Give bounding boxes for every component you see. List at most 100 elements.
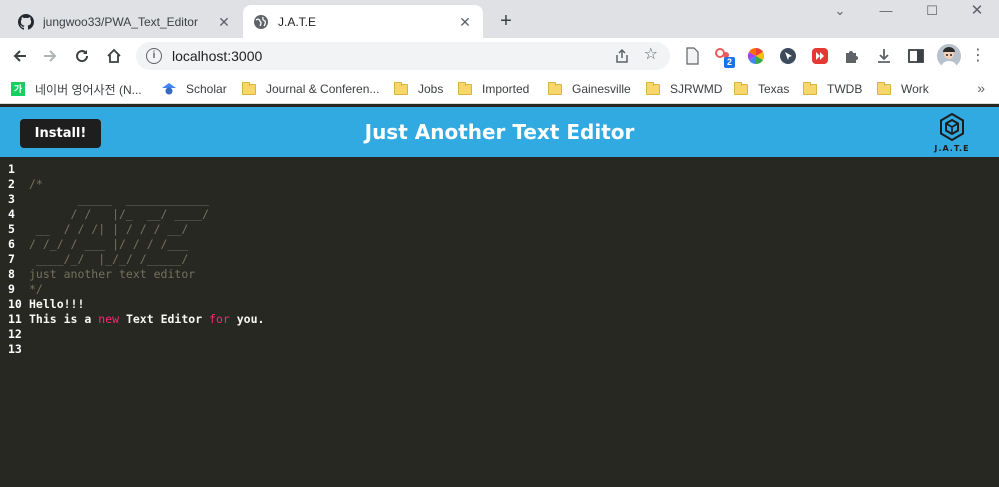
download-icon[interactable]	[875, 47, 893, 65]
bookmark-label: SJRWMD	[670, 82, 723, 96]
comment-token: /*	[29, 177, 43, 191]
bookmark-sjrwmd[interactable]: SJRWMD	[646, 80, 722, 98]
line-code: ____/_/ |_/_/ /_____/	[29, 252, 188, 267]
bookmark-imported[interactable]: Imported	[458, 80, 529, 98]
line-number: 1	[8, 162, 15, 176]
bookmark-label: 네이버 영어사전 (N...	[35, 82, 142, 97]
bookmark-label: Imported	[482, 82, 530, 96]
cursor-extension-icon[interactable]	[779, 47, 797, 65]
line-code: /*	[29, 177, 43, 192]
scholar-icon	[162, 83, 176, 95]
bookmark-work[interactable]: Work	[877, 80, 929, 98]
star-icon[interactable]: ☆	[644, 46, 658, 64]
text-token: This is a	[29, 312, 99, 326]
tab-jate[interactable]: J.A.T.E ✕	[243, 5, 483, 38]
line-number: 11	[8, 312, 22, 326]
bookmark-label: Scholar	[186, 82, 227, 96]
reload-button[interactable]	[70, 44, 94, 68]
comment-token: _____ ____________	[29, 192, 210, 206]
line-code: Hello!!!	[29, 297, 84, 312]
globe-icon	[254, 14, 268, 29]
bookmark-scholar[interactable]: Scholar	[162, 80, 227, 98]
arrow-right-icon	[44, 50, 57, 62]
bookmark-naver[interactable]: 가 네이버 영어사전 (N...	[11, 80, 142, 98]
new-tab-button[interactable]: +	[495, 10, 517, 32]
app-header: Install! Just Another Text Editor J.A.T.…	[0, 107, 999, 157]
bookmarks-bar: 가 네이버 영어사전 (N... Scholar Journal & Confe…	[0, 74, 999, 104]
page-title: Just Another Text Editor	[364, 120, 635, 144]
bookmark-label: Texas	[758, 82, 790, 96]
comment-token: __ / / /| | / / / __/	[29, 222, 189, 236]
bookmark-label: Gainesville	[572, 82, 631, 96]
logo-text: J.A.T.E	[934, 144, 970, 153]
bookmark-gainesville[interactable]: Gainesville	[548, 80, 631, 98]
double-chevron-right-icon[interactable]: »	[977, 80, 985, 96]
tab-title: J.A.T.E	[278, 14, 317, 29]
home-icon	[107, 48, 121, 63]
fast-forward-icon[interactable]	[811, 47, 829, 65]
folder-icon	[242, 81, 256, 95]
tab-github[interactable]: jungwoo33/PWA_Text_Editor ✕	[8, 5, 242, 38]
bookmark-jobs[interactable]: Jobs	[394, 80, 443, 98]
line-code: / /_/ / ___ |/ / / /___	[29, 237, 188, 252]
comment-token: / /_/ / ___ |/ / / /___	[29, 237, 189, 251]
text-token: Hello!!!	[29, 297, 85, 311]
forward-button[interactable]	[38, 44, 62, 68]
naver-icon: 가	[11, 82, 25, 96]
code-editor[interactable]: 1 2 /* 3 _____ ____________ 4 / / |/_ __/ __…	[0, 157, 999, 487]
folder-icon	[803, 81, 817, 95]
extension-badge-icon[interactable]: 2	[714, 47, 736, 68]
keyword-token: for	[209, 312, 230, 326]
maximize-button[interactable]: ☐	[922, 2, 942, 20]
avatar[interactable]	[937, 44, 961, 68]
line-number: 12	[8, 327, 22, 341]
reload-icon	[76, 50, 89, 63]
share-icon[interactable]	[614, 48, 630, 64]
line-number: 3	[8, 192, 15, 206]
jate-logo: J.A.T.E	[930, 112, 974, 156]
line-code: / / |/_ __/ ____/	[29, 207, 209, 222]
text-token: you.	[229, 312, 265, 326]
bookmark-label: TWDB	[827, 82, 863, 96]
line-number: 2	[8, 177, 15, 191]
bookmark-twdb[interactable]: TWDB	[803, 80, 862, 98]
close-icon[interactable]: ✕	[216, 14, 232, 30]
folder-icon	[734, 81, 748, 95]
keyword-token: new	[98, 312, 120, 326]
line-number: 13	[8, 342, 22, 356]
close-window-button[interactable]: ✕	[967, 2, 987, 20]
side-panel-icon[interactable]	[907, 47, 925, 65]
extension-badge: 2	[724, 57, 736, 68]
browser-tab-strip: jungwoo33/PWA_Text_Editor ✕ J.A.T.E ✕ + …	[0, 0, 999, 38]
line-number: 7	[8, 252, 15, 266]
line-number: 9	[8, 282, 15, 296]
info-icon[interactable]: i	[146, 48, 162, 64]
document-icon[interactable]	[683, 47, 701, 65]
bookmark-texas[interactable]: Texas	[734, 80, 789, 98]
tab-search-icon[interactable]: ⌄	[830, 2, 850, 20]
minimize-button[interactable]: —	[876, 2, 896, 20]
line-number: 5	[8, 222, 15, 236]
line-code: _____ ____________	[29, 192, 209, 207]
line-code: */	[29, 282, 43, 297]
puzzle-icon[interactable]	[843, 47, 861, 65]
folder-icon	[394, 81, 408, 95]
back-button[interactable]	[8, 44, 32, 68]
close-icon[interactable]: ✕	[457, 14, 473, 30]
bookmark-label: Work	[901, 82, 929, 96]
line-number: 8	[8, 267, 15, 281]
line-code: just another text editor	[29, 267, 195, 282]
comment-token: ____/_/ |_/_/ /_____/	[29, 252, 189, 266]
address-bar[interactable]: i localhost:3000 ☆	[136, 42, 670, 70]
url-text: localhost:3000	[172, 48, 263, 64]
tab-title: jungwoo33/PWA_Text_Editor	[43, 14, 198, 29]
line-number: 6	[8, 237, 15, 251]
menu-button[interactable]: ⋮	[966, 44, 990, 68]
browser-toolbar: i localhost:3000 ☆ 2 ⋮	[0, 38, 999, 74]
folder-icon	[646, 81, 660, 95]
line-number: 10	[8, 297, 22, 311]
color-wheel-icon[interactable]	[747, 47, 765, 65]
home-button[interactable]	[102, 44, 126, 68]
folder-icon	[548, 81, 562, 95]
bookmark-journal[interactable]: Journal & Conferen...	[242, 80, 379, 98]
